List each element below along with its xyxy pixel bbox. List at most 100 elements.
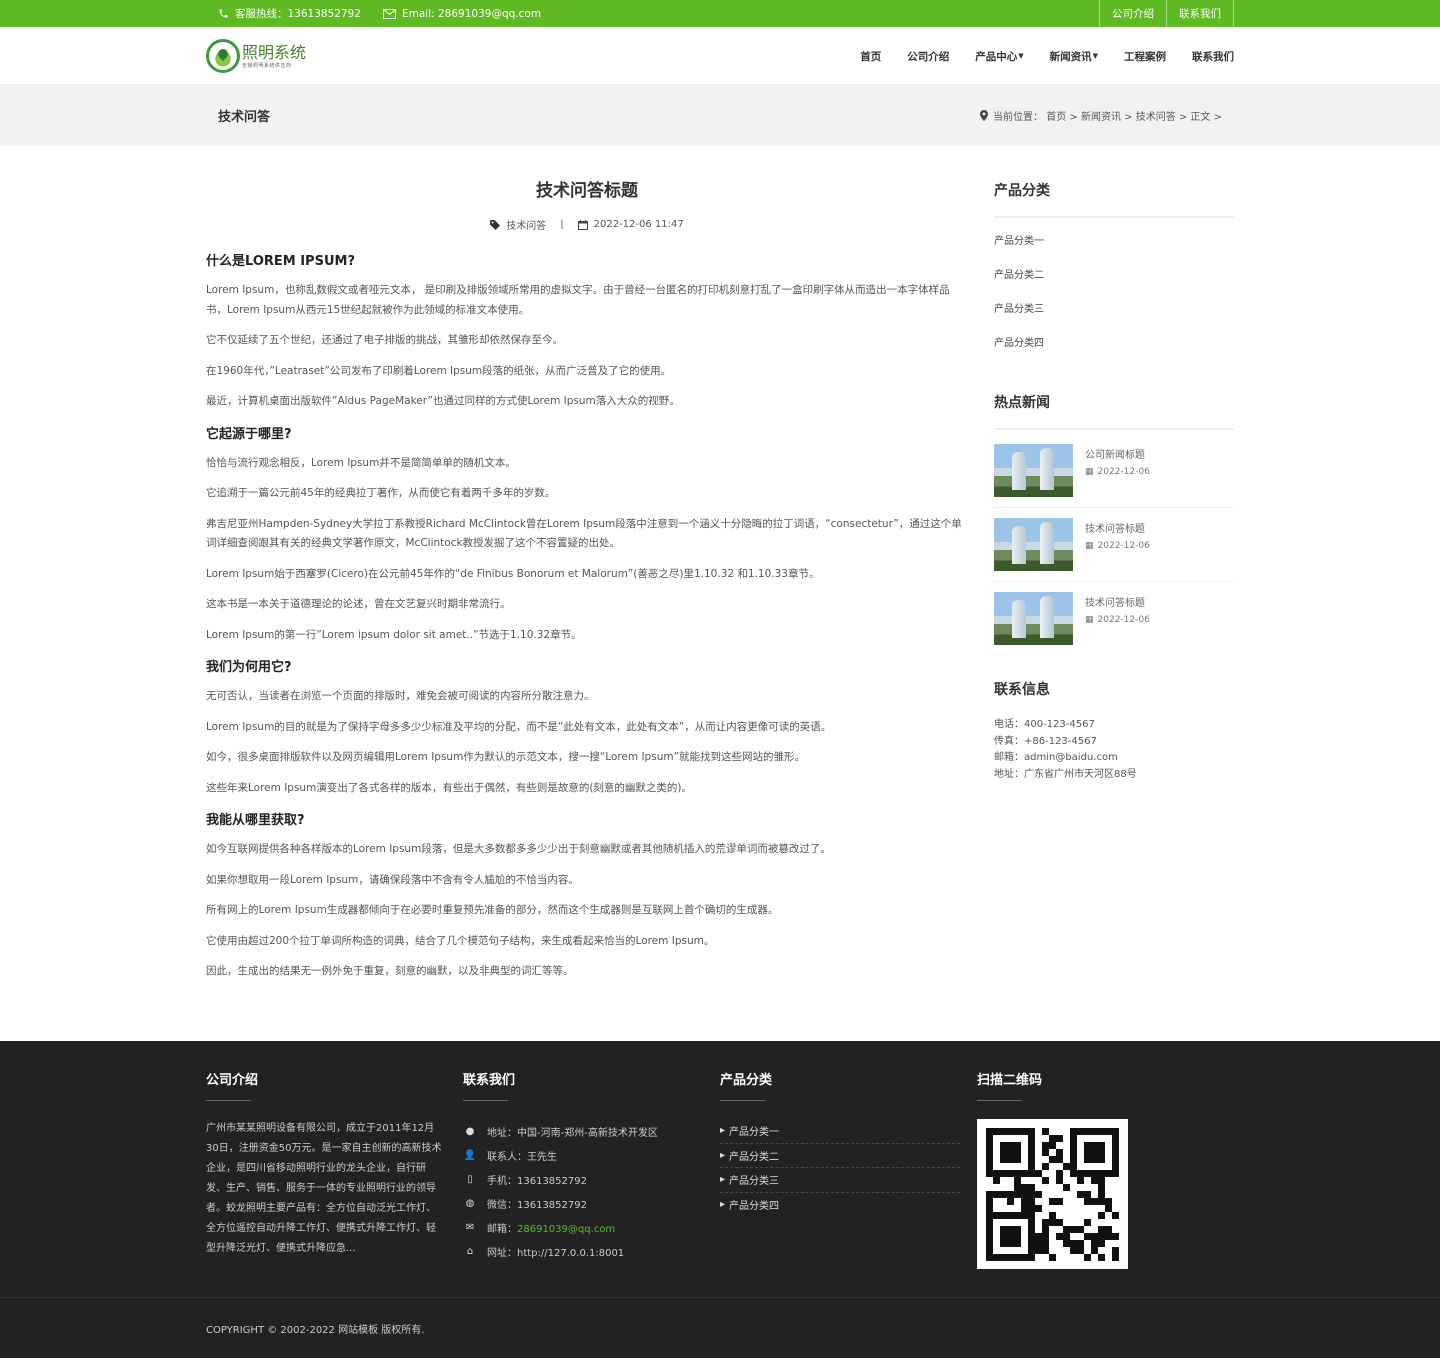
- footer-person-text: 联系人：王先生: [487, 1151, 557, 1163]
- logo-text: 照明系统 无锡照明系统供应商: [242, 43, 306, 69]
- news-item[interactable]: 技术问答标题 ▦ 2022-12-06: [994, 518, 1234, 582]
- article-paragraph: 因此，生成出的结果无一例外免于重复，刻意的幽默，以及非典型的词汇等等。: [206, 965, 574, 977]
- news-item[interactable]: 公司新闻标题 ▦ 2022-12-06: [994, 444, 1234, 508]
- logo-mark: [206, 39, 240, 73]
- contact-email: 邮箱：admin@baidu.com: [994, 752, 1118, 763]
- top-contact: 客服热线：13613852792 Email: 28691039@qq.com: [206, 6, 541, 21]
- footer-mobile-text: 手机：13613852792: [487, 1175, 587, 1187]
- footer-category-item[interactable]: ▸ 产品分类三: [720, 1168, 960, 1193]
- footer-category-item[interactable]: ▸ 产品分类四: [720, 1193, 960, 1218]
- top-email: Email: 28691039@qq.com: [383, 8, 541, 20]
- top-bar: 客服热线：13613852792 Email: 28691039@qq.com …: [0, 0, 1440, 27]
- footer-email-link[interactable]: 28691039@qq.com: [517, 1224, 615, 1235]
- news-thumbnail[interactable]: [994, 444, 1073, 497]
- footer-category-label: 产品分类一: [729, 1127, 780, 1139]
- nav-news[interactable]: 新闻资讯 ▼: [1037, 49, 1111, 64]
- news-title[interactable]: 公司新闻标题: [1085, 446, 1150, 461]
- article: 技术问答标题 技术问答 | 2022-12-06 11:47 什么是LOREM …: [206, 176, 968, 993]
- main-nav: 首页 公司介绍 产品中心 ▼ 新闻资讯 ▼ 工程案例 联系我们: [847, 49, 1234, 64]
- top-link-contact[interactable]: 联系我们: [1166, 0, 1234, 27]
- home-icon: ⌂: [466, 1245, 474, 1257]
- user-icon: 👤: [463, 1149, 477, 1161]
- wechat-icon: ◍: [465, 1197, 475, 1209]
- article-title: 技术问答标题: [536, 181, 638, 201]
- sidebar-news-title: 热点新闻: [994, 388, 1234, 430]
- nav-products[interactable]: 产品中心 ▼: [962, 49, 1036, 64]
- caret-right-icon: ▸: [720, 1174, 726, 1186]
- news-date-text: 2022-12-06: [1097, 615, 1150, 625]
- news-item[interactable]: 技术问答标题 ▦ 2022-12-06: [994, 592, 1234, 655]
- category-item[interactable]: 产品分类二: [994, 266, 1234, 300]
- article-paragraph: Lorem Ipsum的第一行”Lorem ipsum dolor sit am…: [206, 628, 582, 641]
- news-title[interactable]: 技术问答标题: [1085, 520, 1150, 535]
- contact-fax: 传真：+86-123-4567: [994, 735, 1097, 747]
- article-paragraph: 这些年来Lorem Ipsum演变出了各式各样的版本，有些出于偶然，有些则是故意…: [206, 781, 693, 794]
- divider: [720, 1100, 765, 1101]
- nav-contact[interactable]: 联系我们: [1179, 49, 1234, 64]
- article-date: 2022-12-06 11:47: [593, 219, 684, 230]
- footer-site-text[interactable]: 网址：http://127.0.0.1:8001: [487, 1244, 624, 1259]
- footer-qr: 扫描二维码: [977, 1069, 1234, 1269]
- article-meta: 技术问答 | 2022-12-06 11:47: [206, 217, 968, 232]
- footer-categories-title: 产品分类: [720, 1073, 773, 1088]
- article-paragraph: 所有网上的Lorem Ipsum生成器都倾向于在必要时重复预先准备的部分，然而这…: [206, 904, 779, 916]
- envelope-icon: [383, 8, 396, 19]
- category-item[interactable]: 产品分类四: [994, 334, 1234, 368]
- nav-news-label: 新闻资讯: [1049, 50, 1092, 63]
- news-date-text: 2022-12-06: [1097, 541, 1150, 551]
- footer-qr-title: 扫描二维码: [977, 1073, 1043, 1088]
- article-paragraph: 这本书是一本关于道德理论的论述，曾在文艺复兴时期非常流行。: [206, 598, 511, 610]
- nav-about[interactable]: 公司介绍: [894, 49, 962, 64]
- news-thumbnail[interactable]: [994, 518, 1073, 571]
- breadcrumb-text[interactable]: 当前位置： 首页 > 新闻资讯 > 技术问答 > 正文 >: [993, 108, 1222, 123]
- site-header: 照明系统 无锡照明系统供应商 首页 公司介绍 产品中心 ▼ 新闻资讯 ▼ 工程案例 …: [0, 27, 1440, 85]
- caret-right-icon: ▸: [720, 1149, 726, 1161]
- news-date-text: 2022-12-06: [1097, 467, 1150, 477]
- category-item[interactable]: 产品分类一: [994, 232, 1234, 266]
- nav-cases-label: 工程案例: [1124, 50, 1166, 63]
- article-heading: 我们为何用它?: [206, 660, 292, 675]
- article-category[interactable]: 技术问答: [506, 217, 546, 232]
- map-marker-icon: ●: [465, 1125, 475, 1137]
- article-paragraph: 如果你想取用一段Lorem Ipsum，请确保段落中不含有令人尴尬的不恰当内容。: [206, 873, 579, 886]
- page-banner: 技术问答 当前位置： 首页 > 新闻资讯 > 技术问答 > 正文 >: [0, 85, 1440, 146]
- nav-home[interactable]: 首页: [847, 49, 894, 64]
- footer-category-item[interactable]: ▸ 产品分类二: [720, 1144, 960, 1168]
- footer-email-label: 邮箱：: [487, 1223, 517, 1235]
- article-heading: 什么是LOREM IPSUM?: [206, 254, 355, 269]
- nav-cases[interactable]: 工程案例: [1111, 49, 1179, 64]
- footer-address-text: 地址：中国-河南-郑州-高新技术开发区: [487, 1127, 658, 1139]
- footer-category-item[interactable]: ▸ 产品分类一: [720, 1119, 960, 1144]
- calendar-icon: ▦: [1085, 615, 1094, 625]
- meta-separator: |: [560, 219, 564, 230]
- footer-about: 公司介绍 广州市某某照明设备有限公司，成立于2011年12月30日，注册资金50…: [206, 1069, 463, 1269]
- breadcrumb: 当前位置： 首页 > 新闻资讯 > 技术问答 > 正文 >: [980, 108, 1234, 123]
- footer-wechat-text: 微信：13613852792: [487, 1199, 587, 1211]
- top-link-about[interactable]: 公司介绍: [1099, 0, 1166, 27]
- main-content: 技术问答标题 技术问答 | 2022-12-06 11:47 什么是LOREM …: [0, 146, 1440, 993]
- footer-email: ✉ 邮箱：28691039@qq.com: [463, 1215, 720, 1239]
- news-thumbnail[interactable]: [994, 592, 1073, 645]
- footer-about-title: 公司介绍: [206, 1073, 259, 1088]
- contact-address: 地址：广东省广州市天河区88号: [994, 768, 1137, 780]
- email-text: Email: 28691039@qq.com: [402, 7, 542, 20]
- article-heading: 它起源于哪里?: [206, 426, 292, 442]
- caret-down-icon: ▼: [1092, 52, 1098, 60]
- map-marker-icon: [980, 110, 989, 121]
- logo-subtitle: 无锡照明系统供应商: [242, 62, 292, 69]
- sidebar-contact-title: 联系信息: [994, 682, 1050, 698]
- category-list: 产品分类一 产品分类二 产品分类三 产品分类四: [994, 232, 1234, 368]
- article-paragraph: 恰恰与流行观念相反，Lorem Ipsum并不是简简单单的随机文本。: [206, 456, 516, 469]
- article-paragraph: 它不仅延续了五个世纪，还通过了电子排版的挑战，其雏形却依然保存至今。: [206, 334, 563, 346]
- tag-icon: [490, 219, 501, 230]
- caret-right-icon: ▸: [720, 1125, 726, 1137]
- category-item[interactable]: 产品分类三: [994, 300, 1234, 334]
- nav-products-label: 产品中心: [975, 50, 1018, 63]
- footer-contact: 联系我们 ● 地址：中国-河南-郑州-高新技术开发区 👤 联系人：王先生 ▯ 手机：1…: [463, 1069, 720, 1269]
- logo[interactable]: 照明系统 无锡照明系统供应商: [206, 39, 306, 73]
- article-paragraph: 如今，很多桌面排版软件以及网页编辑用Lorem Ipsum作为默认的示范文本，搜…: [206, 751, 806, 763]
- footer-address: ● 地址：中国-河南-郑州-高新技术开发区: [463, 1119, 720, 1143]
- nav-about-label: 公司介绍: [907, 50, 950, 63]
- news-title[interactable]: 技术问答标题: [1085, 594, 1150, 609]
- top-links: 公司介绍 联系我们: [1099, 0, 1234, 27]
